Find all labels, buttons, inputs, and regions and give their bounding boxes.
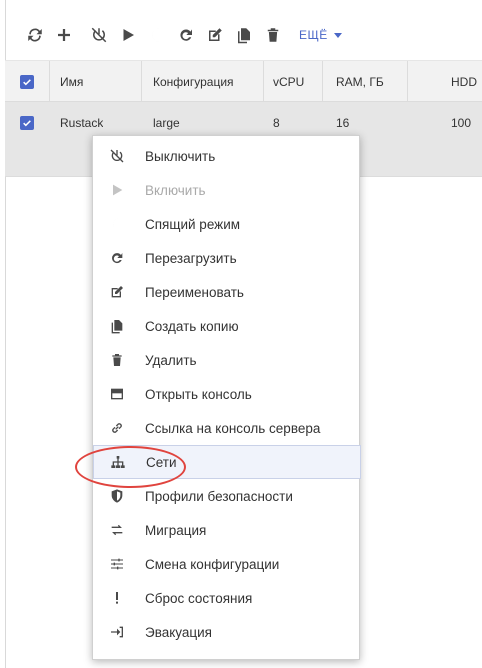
moon-icon — [107, 214, 127, 234]
row-name[interactable]: Rustack — [60, 110, 103, 136]
select-all-checkbox[interactable] — [20, 61, 34, 103]
menu-item-label: Создать копию — [145, 318, 239, 334]
network-icon — [108, 452, 128, 472]
menu-item-migration[interactable]: Миграция — [93, 513, 361, 547]
play-icon — [107, 180, 127, 200]
shield-icon — [107, 486, 127, 506]
console-icon — [107, 384, 127, 404]
copy-icon[interactable] — [231, 22, 257, 48]
toolbar: ЕЩЁ — [22, 22, 342, 48]
edit-icon[interactable] — [202, 22, 228, 48]
menu-item-label: Переименовать — [145, 284, 244, 300]
menu-item-label: Сброс состояния — [145, 590, 253, 606]
column-divider — [263, 61, 264, 103]
more-label: ЕЩЁ — [299, 28, 328, 42]
trash-icon — [107, 350, 127, 370]
trash-icon[interactable] — [260, 22, 286, 48]
menu-item-sleep[interactable]: Спящий режим — [93, 207, 361, 241]
link-icon — [107, 418, 127, 438]
menu-item-label: Перезагрузить — [145, 250, 237, 266]
menu-item-power-off[interactable]: Выключить — [93, 139, 361, 173]
column-header-name[interactable]: Имя — [60, 61, 83, 103]
column-header-config[interactable]: Конфигурация — [153, 61, 234, 103]
menu-item-restart[interactable]: Перезагрузить — [93, 241, 361, 275]
row-config: large — [153, 116, 180, 130]
table-header: Имя Конфигурация vCPU RAM, ГБ HDD — [5, 60, 482, 103]
column-divider — [407, 61, 408, 103]
evacuate-icon — [107, 622, 127, 642]
column-divider — [141, 61, 142, 103]
migration-icon — [107, 520, 127, 540]
moon-icon[interactable] — [144, 22, 170, 48]
column-header-ram[interactable]: RAM, ГБ — [336, 61, 384, 103]
row-checkbox[interactable] — [20, 116, 34, 130]
power-off-icon — [107, 146, 127, 166]
column-header-vcpu[interactable]: vCPU — [273, 61, 304, 103]
menu-item-label: Эвакуация — [145, 624, 212, 640]
add-icon[interactable] — [51, 22, 77, 48]
context-menu: Выключить Включить Спящий режим Перезагр… — [92, 135, 361, 660]
checkbox-icon — [20, 75, 34, 89]
menu-item-label: Спящий режим — [145, 216, 241, 232]
column-header-hdd[interactable]: HDD — [451, 61, 477, 103]
restart-icon — [107, 248, 127, 268]
menu-item-console-link[interactable]: Ссылка на консоль сервера — [93, 411, 361, 445]
menu-item-power-on[interactable]: Включить — [93, 173, 361, 207]
menu-item-label: Миграция — [145, 522, 207, 538]
copy-icon — [107, 316, 127, 336]
menu-item-label: Выключить — [145, 148, 216, 164]
menu-item-label: Смена конфигурации — [145, 556, 280, 572]
menu-item-label: Включить — [145, 182, 206, 198]
row-vcpu: 8 — [273, 116, 280, 130]
exclamation-icon — [107, 588, 127, 608]
menu-item-delete[interactable]: Удалить — [93, 343, 361, 377]
restart-icon[interactable] — [173, 22, 199, 48]
column-divider — [49, 61, 50, 103]
checkbox-icon — [20, 116, 34, 130]
menu-item-change-config[interactable]: Смена конфигурации — [93, 547, 361, 581]
refresh-icon[interactable] — [22, 22, 48, 48]
menu-item-copy[interactable]: Создать копию — [93, 309, 361, 343]
more-menu-button[interactable]: ЕЩЁ — [299, 28, 342, 42]
menu-item-label: Удалить — [145, 352, 197, 368]
power-off-icon[interactable] — [86, 22, 112, 48]
chevron-down-icon — [333, 32, 342, 38]
menu-item-open-console[interactable]: Открыть консоль — [93, 377, 361, 411]
menu-item-reset-state[interactable]: Сброс состояния — [93, 581, 361, 615]
menu-item-label: Ссылка на консоль сервера — [145, 420, 321, 436]
menu-item-security-profiles[interactable]: Профили безопасности — [93, 479, 361, 513]
column-divider — [322, 61, 323, 103]
row-ram: 16 — [336, 116, 350, 130]
row-hdd: 100 — [451, 116, 472, 130]
menu-item-networks[interactable]: Сети — [93, 445, 361, 479]
edit-icon — [107, 282, 127, 302]
menu-item-evacuate[interactable]: Эвакуация — [93, 615, 361, 649]
menu-item-label: Сети — [146, 454, 177, 470]
play-icon[interactable] — [115, 22, 141, 48]
sliders-icon — [107, 554, 127, 574]
menu-item-label: Профили безопасности — [145, 488, 293, 504]
menu-item-rename[interactable]: Переименовать — [93, 275, 361, 309]
menu-item-label: Открыть консоль — [145, 386, 252, 402]
